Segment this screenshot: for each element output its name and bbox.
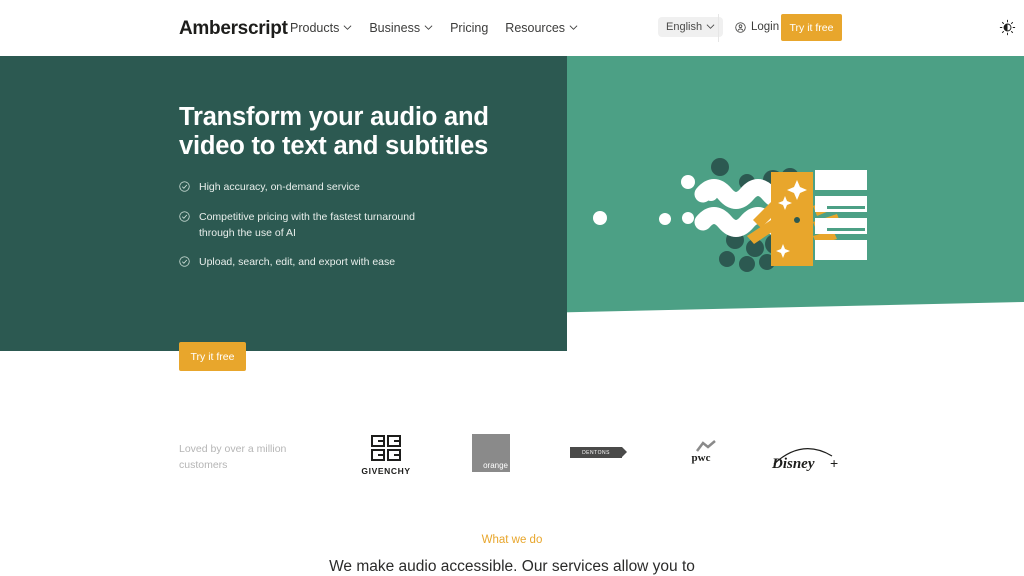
svg-text:+: +: [830, 455, 838, 471]
hero-try-it-free-button[interactable]: Try it free: [179, 342, 246, 371]
login-link[interactable]: Login: [735, 21, 779, 33]
logos-caption: Loved by over a million customers: [179, 443, 287, 471]
site-header: Amberscript Products Business Pricing Re…: [0, 0, 1024, 56]
logo-givenchy: GIVENCHY: [358, 434, 414, 476]
nav-label-pricing: Pricing: [450, 21, 489, 35]
disney-plus-mark-icon: Disney +: [771, 448, 838, 472]
pwc-mark-icon: [696, 440, 716, 452]
feature-text: High accuracy, on-demand service: [199, 181, 360, 194]
list-item: High accuracy, on-demand service: [179, 179, 539, 197]
givenchy-mark-icon: [371, 435, 401, 461]
section-eyebrow: What we do: [481, 534, 543, 546]
hero-section: Transform your audio and video to text a…: [0, 56, 1024, 371]
nav-item-business[interactable]: Business: [369, 21, 433, 35]
logo-disney-plus: Disney +: [768, 440, 846, 474]
hero-feature-list: High accuracy, on-demand service Competi…: [179, 179, 539, 272]
header-try-it-free-button[interactable]: Try it free: [781, 14, 842, 41]
logo-pwc: pwc: [680, 440, 722, 464]
brightness-icon[interactable]: [999, 19, 1016, 36]
nav-item-pricing[interactable]: Pricing: [450, 21, 488, 35]
nav-label-products: Products: [290, 21, 340, 35]
logo-label-pwc: pwc: [691, 452, 711, 464]
header-divider: [718, 14, 719, 42]
what-we-do-section: What we do We make audio accessible. Our…: [0, 534, 1024, 576]
check-circle-icon: [179, 254, 190, 272]
customer-logos-section: Loved by over a million customers GIVENC…: [0, 420, 1024, 500]
nav-label-resources: Resources: [505, 21, 566, 35]
logo-dentons: DENTONS: [568, 447, 627, 458]
hero-content: Transform your audio and video to text a…: [179, 103, 539, 284]
list-item: Upload, search, edit, and export with ea…: [179, 254, 539, 272]
list-item: Competitive pricing with the fastest tur…: [179, 209, 539, 242]
language-selector[interactable]: English: [658, 17, 724, 37]
feature-text: Upload, search, edit, and export with ea…: [199, 255, 396, 268]
svg-text:Disney: Disney: [771, 456, 815, 472]
chevron-down-icon: [706, 22, 715, 31]
chevron-down-icon: [569, 23, 578, 32]
hero-title-line-2: video to text and subtitles: [179, 131, 489, 160]
hero-title: Transform your audio and video to text a…: [179, 103, 539, 160]
check-circle-icon: [179, 209, 190, 227]
logo-label-givenchy: GIVENCHY: [361, 466, 411, 476]
main-navigation: Products Business Pricing Resources: [290, 21, 578, 35]
logo-label-orange: orange: [483, 461, 508, 470]
logo-label-dentons: DENTONS: [570, 447, 627, 458]
nav-label-business: Business: [369, 21, 421, 35]
language-label: English: [666, 21, 703, 33]
brand-logo[interactable]: Amberscript: [179, 18, 288, 40]
check-circle-icon: [179, 179, 190, 197]
user-icon: [735, 21, 746, 33]
nav-item-resources[interactable]: Resources: [505, 21, 578, 35]
nav-item-products[interactable]: Products: [290, 21, 352, 35]
hero-title-line-1: Transform your audio and: [179, 103, 489, 131]
chevron-down-icon: [343, 23, 352, 32]
landing-page: Amberscript Products Business Pricing Re…: [0, 0, 1024, 576]
chevron-down-icon: [424, 23, 433, 32]
section-heading: We make audio accessible. Our services a…: [329, 558, 695, 575]
login-label: Login: [751, 21, 780, 33]
logo-orange: orange: [472, 434, 510, 472]
hero-illustration: [575, 144, 885, 274]
feature-text: Competitive pricing with the fastest tur…: [199, 211, 415, 240]
